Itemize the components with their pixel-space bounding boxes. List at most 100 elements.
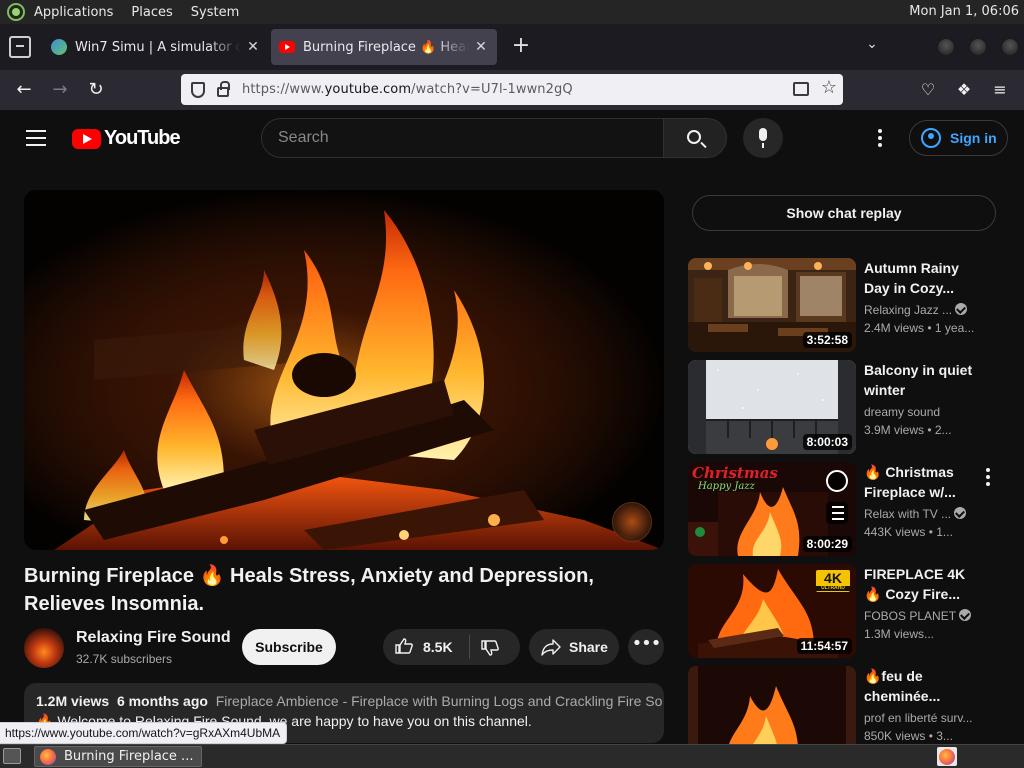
minimize-button[interactable] bbox=[937, 38, 955, 56]
dislike-button[interactable] bbox=[481, 640, 499, 656]
show-desktop-icon[interactable] bbox=[3, 748, 21, 764]
browser-tab-strip: Win7 Simu | A simulator of Windows 7 ✕ B… bbox=[0, 24, 1024, 70]
tab-youtube-fireplace[interactable]: Burning Fireplace 🔥 Heals Stress ✕ bbox=[271, 29, 497, 65]
distro-logo-icon[interactable] bbox=[7, 3, 25, 21]
recommendation-item[interactable]: Christmas Happy Jazz 8:00:29 🔥 Christmas… bbox=[688, 462, 998, 556]
video-title: Burning Fireplace 🔥 Heals Stress, Anxiet… bbox=[24, 565, 594, 615]
more-options-icon[interactable] bbox=[986, 468, 990, 486]
4k-badge: 4K ULTRAHD bbox=[816, 570, 850, 592]
video-thumbnail[interactable]: 8:00:03 bbox=[688, 360, 856, 454]
system-menu[interactable]: System bbox=[191, 5, 239, 20]
recommendation-item[interactable]: 3:52:58 Autumn Rainy Day in Cozy... Rela… bbox=[688, 258, 998, 352]
settings-menu-icon[interactable] bbox=[878, 129, 882, 147]
share-label: Share bbox=[569, 639, 608, 655]
voice-search-button[interactable] bbox=[743, 118, 783, 158]
recommendation-channel[interactable]: Relaxing Jazz ... bbox=[864, 303, 984, 317]
description-tags[interactable]: Fireplace Ambience - Fireplace with Burn… bbox=[216, 693, 663, 709]
recommendation-channel[interactable]: prof en liberté surv... bbox=[864, 711, 984, 725]
shield-icon[interactable] bbox=[191, 81, 205, 98]
description-stats: 1.2M views 6 months ago Fireplace Ambien… bbox=[36, 693, 662, 709]
recommendation-title[interactable]: FIREPLACE 4K 🔥 Cozy Fire... bbox=[864, 564, 982, 604]
youtube-masthead: YouTube Search Sign in bbox=[0, 110, 1024, 166]
search-button[interactable] bbox=[663, 118, 727, 158]
recommendation-title[interactable]: Balcony in quiet winter mountain... bbox=[864, 360, 982, 400]
recommendation-item[interactable]: 4K ULTRAHD 11:54:57 FIREPLACE 4K 🔥 Cozy F… bbox=[688, 564, 998, 658]
new-tab-button[interactable]: + bbox=[505, 31, 537, 63]
recommendation-meta: 3.9M views • 2... bbox=[864, 423, 952, 437]
desktop: Applications Places System Mon Jan 1, 06… bbox=[0, 0, 1024, 768]
recommendation-channel[interactable]: Relax with TV ... bbox=[864, 507, 984, 521]
share-button[interactable]: Share bbox=[529, 629, 619, 665]
app-menu-icon[interactable]: ≡ bbox=[988, 78, 1012, 102]
reader-view-icon[interactable] bbox=[793, 82, 809, 96]
star-icon[interactable]: ☆ bbox=[821, 77, 837, 98]
duration-badge: 8:00:03 bbox=[802, 434, 852, 450]
url-text[interactable]: https://www.youtube.com/watch?v=U7l-1wwn… bbox=[242, 82, 573, 97]
search-input[interactable]: Search bbox=[261, 118, 664, 158]
system-top-bar: Applications Places System Mon Jan 1, 06… bbox=[0, 0, 1024, 24]
video-player[interactable] bbox=[24, 190, 664, 550]
like-count[interactable]: 8.5K bbox=[423, 629, 453, 665]
close-window-button[interactable] bbox=[1001, 38, 1019, 56]
chevron-down-icon[interactable]: ⌄ bbox=[862, 36, 882, 56]
duration-badge: 3:52:58 bbox=[802, 332, 852, 348]
duration-badge: 11:54:57 bbox=[796, 638, 852, 654]
close-icon[interactable]: ✕ bbox=[245, 39, 261, 55]
microphone-icon bbox=[759, 128, 767, 148]
address-bar[interactable]: https://www.youtube.com/watch?v=U7l-1wwn… bbox=[181, 74, 843, 105]
taskbar-window-button[interactable]: Burning Fireplace ... bbox=[34, 746, 202, 767]
hamburger-menu-icon[interactable] bbox=[26, 130, 46, 146]
clock[interactable]: Mon Jan 1, 06:06 bbox=[909, 4, 1019, 19]
video-thumbnail[interactable]: 4K ULTRAHD 11:54:57 bbox=[688, 564, 856, 658]
fireplace-video-frame bbox=[24, 190, 664, 550]
thumbnail-subtext: Happy Jazz bbox=[698, 481, 755, 492]
more-actions-button[interactable]: ••• bbox=[628, 629, 664, 665]
lock-icon[interactable] bbox=[217, 81, 230, 97]
verified-icon bbox=[954, 507, 967, 519]
applications-menu[interactable]: Applications bbox=[34, 5, 113, 20]
navigation-toolbar: ← → ↻ https://www.youtube.com/watch?v=U7… bbox=[0, 70, 1024, 110]
search-icon bbox=[687, 130, 701, 144]
maximize-button[interactable] bbox=[969, 38, 987, 56]
tray-firefox-launcher[interactable] bbox=[937, 747, 957, 766]
channel-watermark[interactable] bbox=[612, 502, 652, 542]
watch-later-icon[interactable] bbox=[826, 470, 848, 492]
recommendation-channel[interactable]: dreamy sound bbox=[864, 405, 984, 419]
add-to-queue-icon[interactable] bbox=[826, 502, 848, 524]
account-icon bbox=[921, 128, 941, 148]
subscribe-button[interactable]: Subscribe bbox=[242, 629, 336, 665]
youtube-play-icon bbox=[72, 128, 101, 149]
bottom-taskbar: Burning Fireplace ... bbox=[0, 744, 1024, 768]
video-thumbnail[interactable]: 3:52:58 bbox=[688, 258, 856, 352]
forward-arrow-icon[interactable]: → bbox=[46, 76, 74, 104]
youtube-logo[interactable]: YouTube bbox=[72, 127, 181, 150]
back-arrow-icon[interactable]: ← bbox=[10, 76, 38, 104]
recommendation-title[interactable]: 🔥 Christmas Fireplace w/... bbox=[864, 462, 982, 502]
recommendation-item[interactable]: 8:00:03 Balcony in quiet winter mountain… bbox=[688, 360, 998, 454]
extensions-icon[interactable]: ❖ bbox=[952, 78, 976, 102]
show-chat-replay-button[interactable]: Show chat replay bbox=[692, 195, 996, 231]
recommendation-title[interactable]: 🔥feu de cheminée... bbox=[864, 666, 982, 706]
close-icon[interactable]: ✕ bbox=[473, 39, 489, 55]
reload-icon[interactable]: ↻ bbox=[82, 76, 110, 104]
tab-win7-simu[interactable]: Win7 Simu | A simulator of Windows 7 ✕ bbox=[43, 29, 269, 65]
video-thumbnail[interactable]: Christmas Happy Jazz 8:00:29 bbox=[688, 462, 856, 556]
like-button[interactable] bbox=[395, 638, 413, 654]
thumbnail-text: Christmas bbox=[692, 464, 778, 482]
firefox-view-icon[interactable] bbox=[9, 36, 31, 58]
recommendation-title[interactable]: Autumn Rainy Day in Cozy... bbox=[864, 258, 982, 298]
share-icon bbox=[541, 639, 561, 656]
channel-avatar[interactable] bbox=[24, 628, 64, 668]
tab-title: Burning Fireplace 🔥 Heals Stress bbox=[303, 39, 469, 55]
places-menu[interactable]: Places bbox=[131, 5, 172, 20]
verified-icon bbox=[955, 303, 968, 315]
duration-badge: 8:00:29 bbox=[802, 536, 852, 552]
tab-title: Win7 Simu | A simulator of Windows 7 bbox=[75, 39, 241, 55]
channel-name[interactable]: Relaxing Fire Sound bbox=[76, 629, 231, 647]
like-divider bbox=[469, 635, 470, 659]
pocket-icon[interactable]: ♡ bbox=[916, 78, 940, 102]
sign-in-button[interactable]: Sign in bbox=[909, 120, 1008, 156]
recommendation-channel[interactable]: FOBOS PLANET bbox=[864, 609, 984, 623]
recommendation-meta: 2.4M views • 1 yea... bbox=[864, 321, 975, 335]
youtube-wordmark: YouTube bbox=[104, 127, 181, 149]
